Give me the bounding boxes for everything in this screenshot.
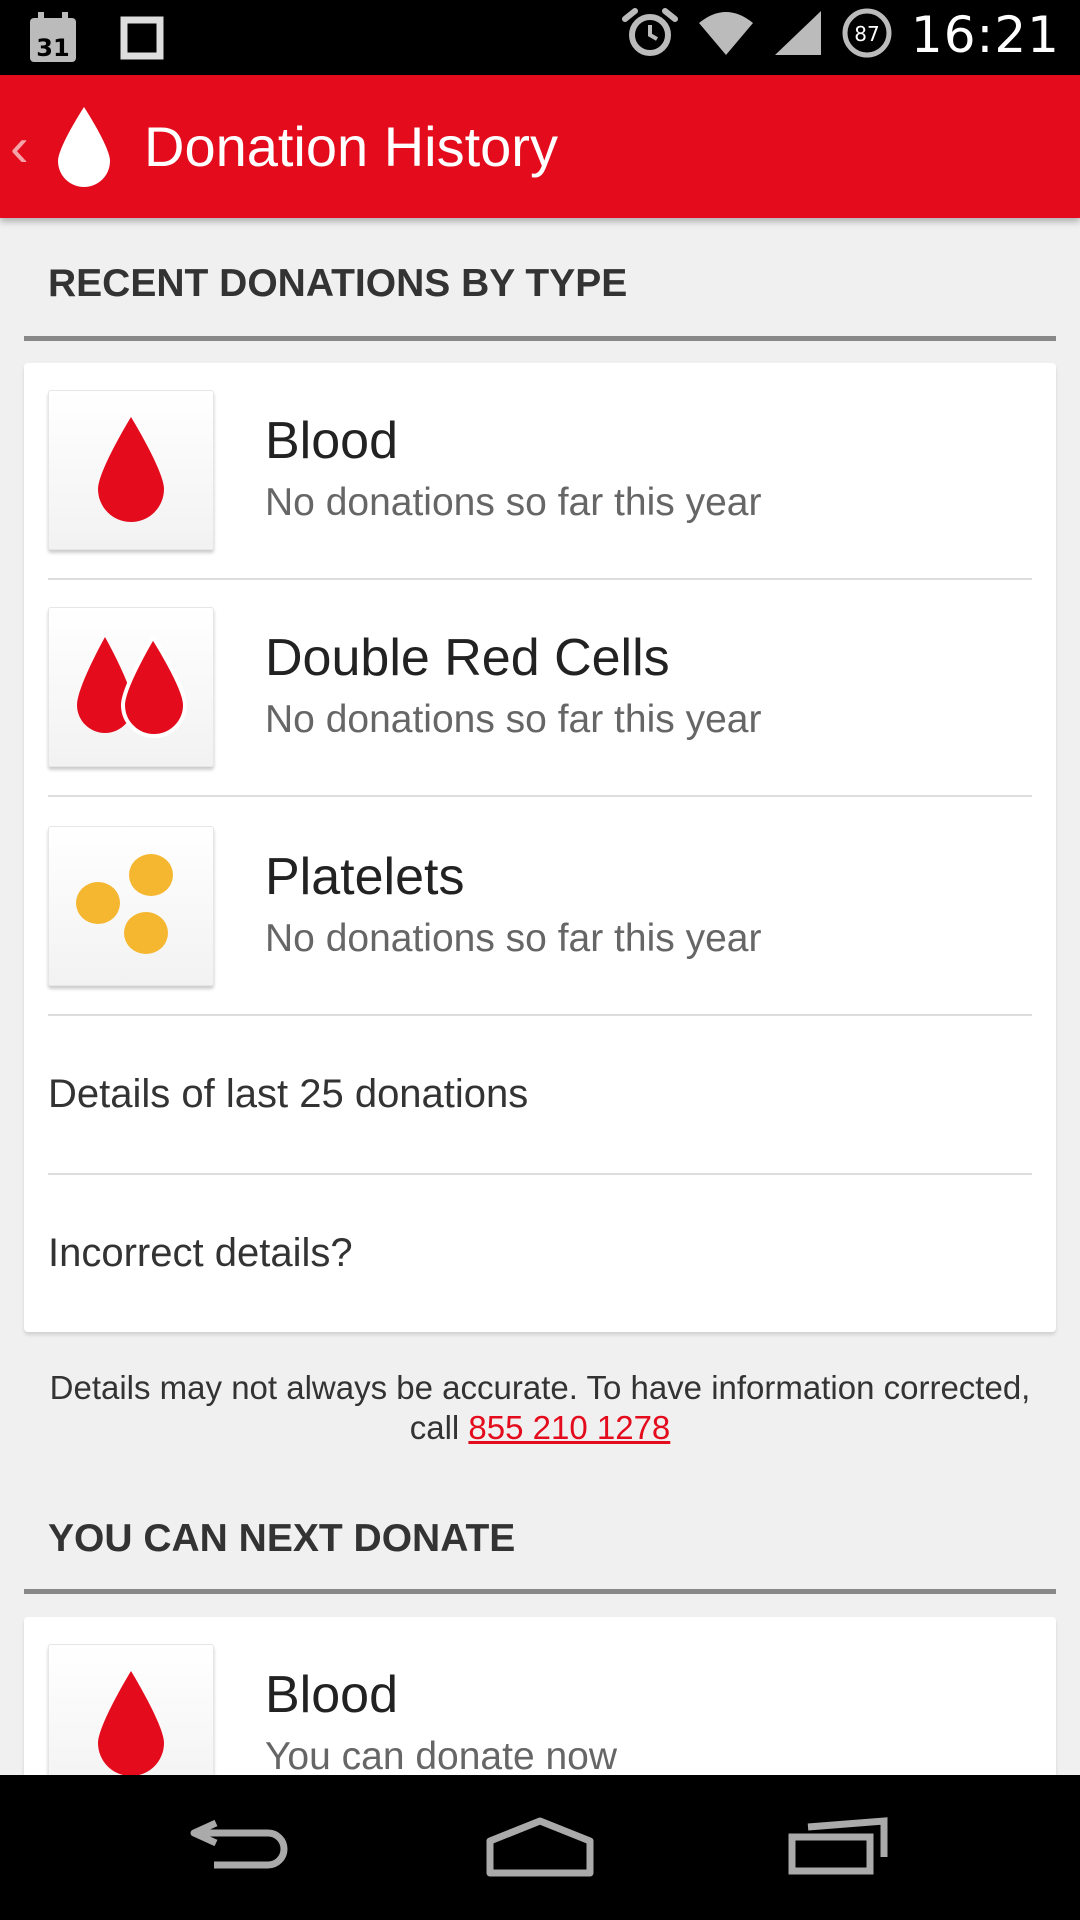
row-title: Blood [265,1666,398,1724]
section-title-recent: RECENT DONATIONS BY TYPE [48,262,628,305]
home-nav-icon[interactable] [484,1815,596,1882]
section-header-next: YOU CAN NEXT DONATE [24,1517,1056,1594]
battery-level: 87 [854,22,879,46]
blood-drop-icon [48,390,214,550]
last-25-donations-link[interactable]: Details of last 25 donations [48,1016,1032,1175]
row-subtitle: You can donate now [265,1735,618,1778]
recents-nav-icon[interactable] [788,1815,892,1880]
footnote-call-prefix: call [409,1409,469,1446]
row-subtitle: No donations so far this year [265,481,762,524]
double-drop-icon [48,607,214,767]
page-title: Donation History [144,115,558,178]
donation-type-row-platelets[interactable]: Platelets No donations so far this year [48,799,1032,1016]
recent-donations-card: Blood No donations so far this year Doub… [24,363,1056,1332]
link-label: Details of last 25 donations [48,1072,529,1116]
app-bar: ‹ Donation History [0,75,1080,218]
phone-link[interactable]: 855 210 1278 [468,1409,670,1446]
incorrect-details-link[interactable]: Incorrect details? [48,1175,1032,1332]
status-left: 31 [28,12,164,69]
status-right: 87 16:21 [621,6,1060,64]
battery-icon: 87 [841,7,893,64]
row-title: Platelets [265,848,465,906]
link-label: Incorrect details? [48,1231,353,1275]
row-title: Double Red Cells [265,629,670,687]
footnote-call-line: call 855 210 1278 [0,1408,1080,1448]
back-chevron-icon[interactable]: ‹ [10,114,44,179]
accuracy-footnote: Details may not always be accurate. To h… [0,1368,1080,1448]
square-icon [120,16,164,65]
section-title-next: YOU CAN NEXT DONATE [48,1517,516,1560]
screen: 31 87 16:21 ‹ Donation History RECENT DO… [0,0,1080,1920]
donation-type-row-blood[interactable]: Blood No donations so far this year [48,363,1032,580]
footnote-line: Details may not always be accurate. To h… [49,1369,1031,1406]
system-nav-bar [0,1775,1080,1920]
wifi-icon [697,9,755,62]
row-subtitle: No donations so far this year [265,917,762,960]
platelets-icon [48,826,214,986]
signal-icon [773,9,823,62]
calendar-day: 31 [36,34,69,62]
row-title: Blood [265,412,398,470]
section-header-recent: RECENT DONATIONS BY TYPE [24,262,1056,341]
clock: 16:21 [910,6,1060,64]
status-bar: 31 87 16:21 [0,0,1080,75]
calendar-icon: 31 [28,12,78,69]
back-nav-icon[interactable] [186,1815,292,1880]
row-subtitle: No donations so far this year [265,698,762,741]
app-logo-drop-icon[interactable] [56,106,112,187]
donation-type-row-double-red-cells[interactable]: Double Red Cells No donations so far thi… [48,580,1032,797]
alarm-icon [621,7,679,64]
